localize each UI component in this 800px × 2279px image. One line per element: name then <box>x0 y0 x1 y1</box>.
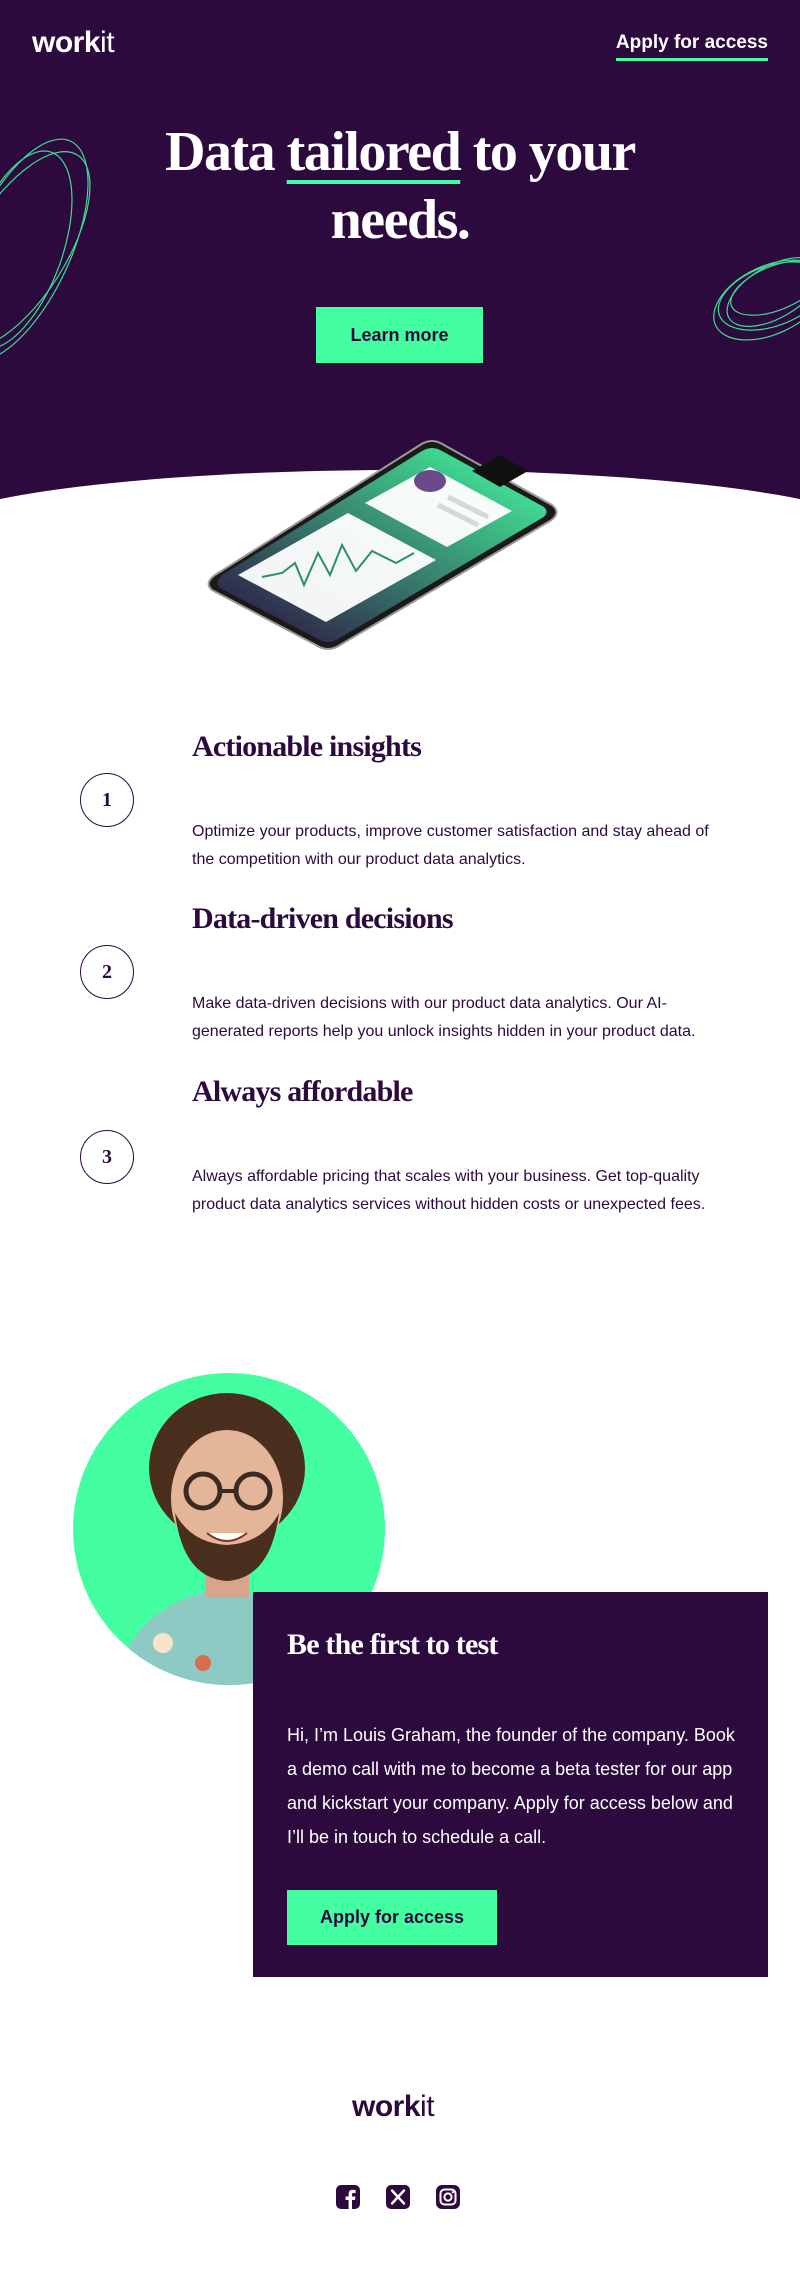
feature-text: Optimize your products, improve customer… <box>192 823 709 868</box>
cta-title: Be the first to test <box>287 1628 498 1661</box>
hero-title-highlight: tailored <box>286 121 462 183</box>
feature-title: Actionable insights <box>192 730 422 763</box>
decorative-rings-left <box>0 138 91 362</box>
social-links <box>333 2182 463 2212</box>
feature-text: Always affordable pricing that scales wi… <box>192 1168 706 1213</box>
feature-title: Always affordable <box>192 1075 413 1108</box>
decorative-rings-right <box>713 257 800 341</box>
feature-number-badge: 3 <box>80 1130 134 1184</box>
header-logo[interactable]: workit <box>32 26 115 60</box>
cta-text: Hi, I’m Louis Graham, the founder of the… <box>287 1725 735 1847</box>
feature-number-badge: 1 <box>80 773 134 827</box>
feature-text: Make data-driven decisions with our prod… <box>192 995 696 1040</box>
hero-title: Data tailored to your needs. <box>100 118 700 254</box>
facebook-icon[interactable] <box>333 2182 363 2212</box>
feature-number-badge: 2 <box>80 945 134 999</box>
apply-for-access-nav-link[interactable]: Apply for access <box>615 32 768 61</box>
phone-illustration <box>207 440 558 650</box>
logo-bold: work <box>32 26 101 59</box>
logo-light: it <box>100 26 115 59</box>
feature-title: Data-driven decisions <box>192 902 454 935</box>
beta-tester-card: Be the first to test Hi, I’m Louis Graha… <box>253 1592 768 1977</box>
footer-logo[interactable]: workit <box>352 2090 435 2124</box>
logo-light: it <box>420 2090 435 2123</box>
x-icon[interactable] <box>383 2182 413 2212</box>
apply-for-access-button[interactable]: Apply for access <box>287 1890 497 1945</box>
instagram-icon[interactable] <box>433 2182 463 2212</box>
logo-bold: work <box>352 2090 421 2123</box>
learn-more-button[interactable]: Learn more <box>316 307 483 363</box>
hero-title-before: Data <box>165 121 287 183</box>
